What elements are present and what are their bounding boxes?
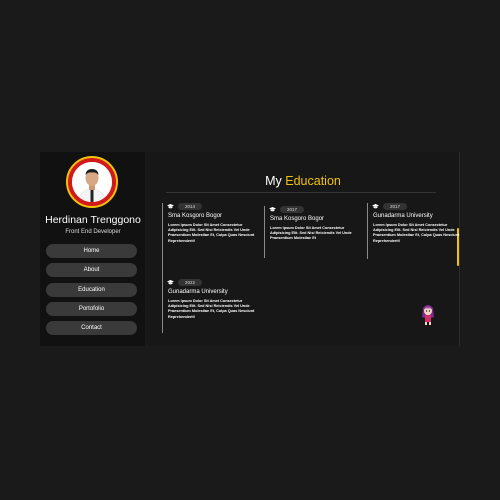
profile-role: Front End Developer	[65, 229, 121, 235]
graduation-cap-icon	[269, 207, 276, 212]
education-year: 2017	[280, 206, 305, 213]
education-description: Lorem Ipsum Dolor Sit Amet Consectetur A…	[270, 226, 352, 241]
graduation-cap-icon	[167, 280, 174, 285]
nav-portofolio-button[interactable]: Portofolio	[46, 302, 137, 316]
graduation-cap-icon	[167, 204, 174, 209]
education-year: 2022	[178, 279, 203, 286]
title-divider	[166, 192, 436, 193]
section-title-accent: Education	[285, 174, 341, 188]
nav-education-button[interactable]: Education	[46, 283, 137, 297]
anime-mascot-icon	[422, 305, 434, 325]
nav-home-button[interactable]: Home	[46, 244, 137, 258]
education-item: 2014 Sma Kosgoro Bogor Lorem Ipsum Dolor…	[162, 203, 260, 288]
graduation-cap-icon	[372, 204, 379, 209]
education-item: 2017 Sma Kosgoro Bogor Lorem Ipsum Dolor…	[264, 206, 362, 258]
section-title: My Education	[147, 174, 459, 188]
nav-about-button[interactable]: About	[46, 263, 137, 277]
nav-contact-button[interactable]: Contact	[46, 321, 137, 335]
education-description: Lorem Ipsum Dolor Sit Amet Consectetur A…	[168, 223, 255, 243]
education-school: Gunadarma University	[168, 289, 228, 295]
avatar-photo	[72, 162, 112, 202]
section-title-prefix: My	[265, 174, 282, 188]
education-school: Sma Kosgoro Bogor	[168, 213, 223, 219]
education-item: 2017 Gunadarma University Lorem Ipsum Do…	[367, 203, 465, 259]
education-description: Lorem Ipsum Dolor Sit Amet Consectetur A…	[168, 299, 255, 319]
avatar	[66, 156, 118, 208]
education-description: Lorem Ipsum Dolor Sit Amet Consectetur A…	[373, 223, 460, 243]
education-item: 2022 Gunadarma University Lorem Ipsum Do…	[162, 279, 260, 333]
education-school: Sma Kosgoro Bogor	[270, 216, 325, 222]
education-year: 2014	[178, 203, 203, 210]
profile-name: Herdinan Trenggono	[45, 214, 141, 226]
education-school: Gunadarma University	[373, 213, 433, 219]
education-year: 2017	[383, 203, 408, 210]
